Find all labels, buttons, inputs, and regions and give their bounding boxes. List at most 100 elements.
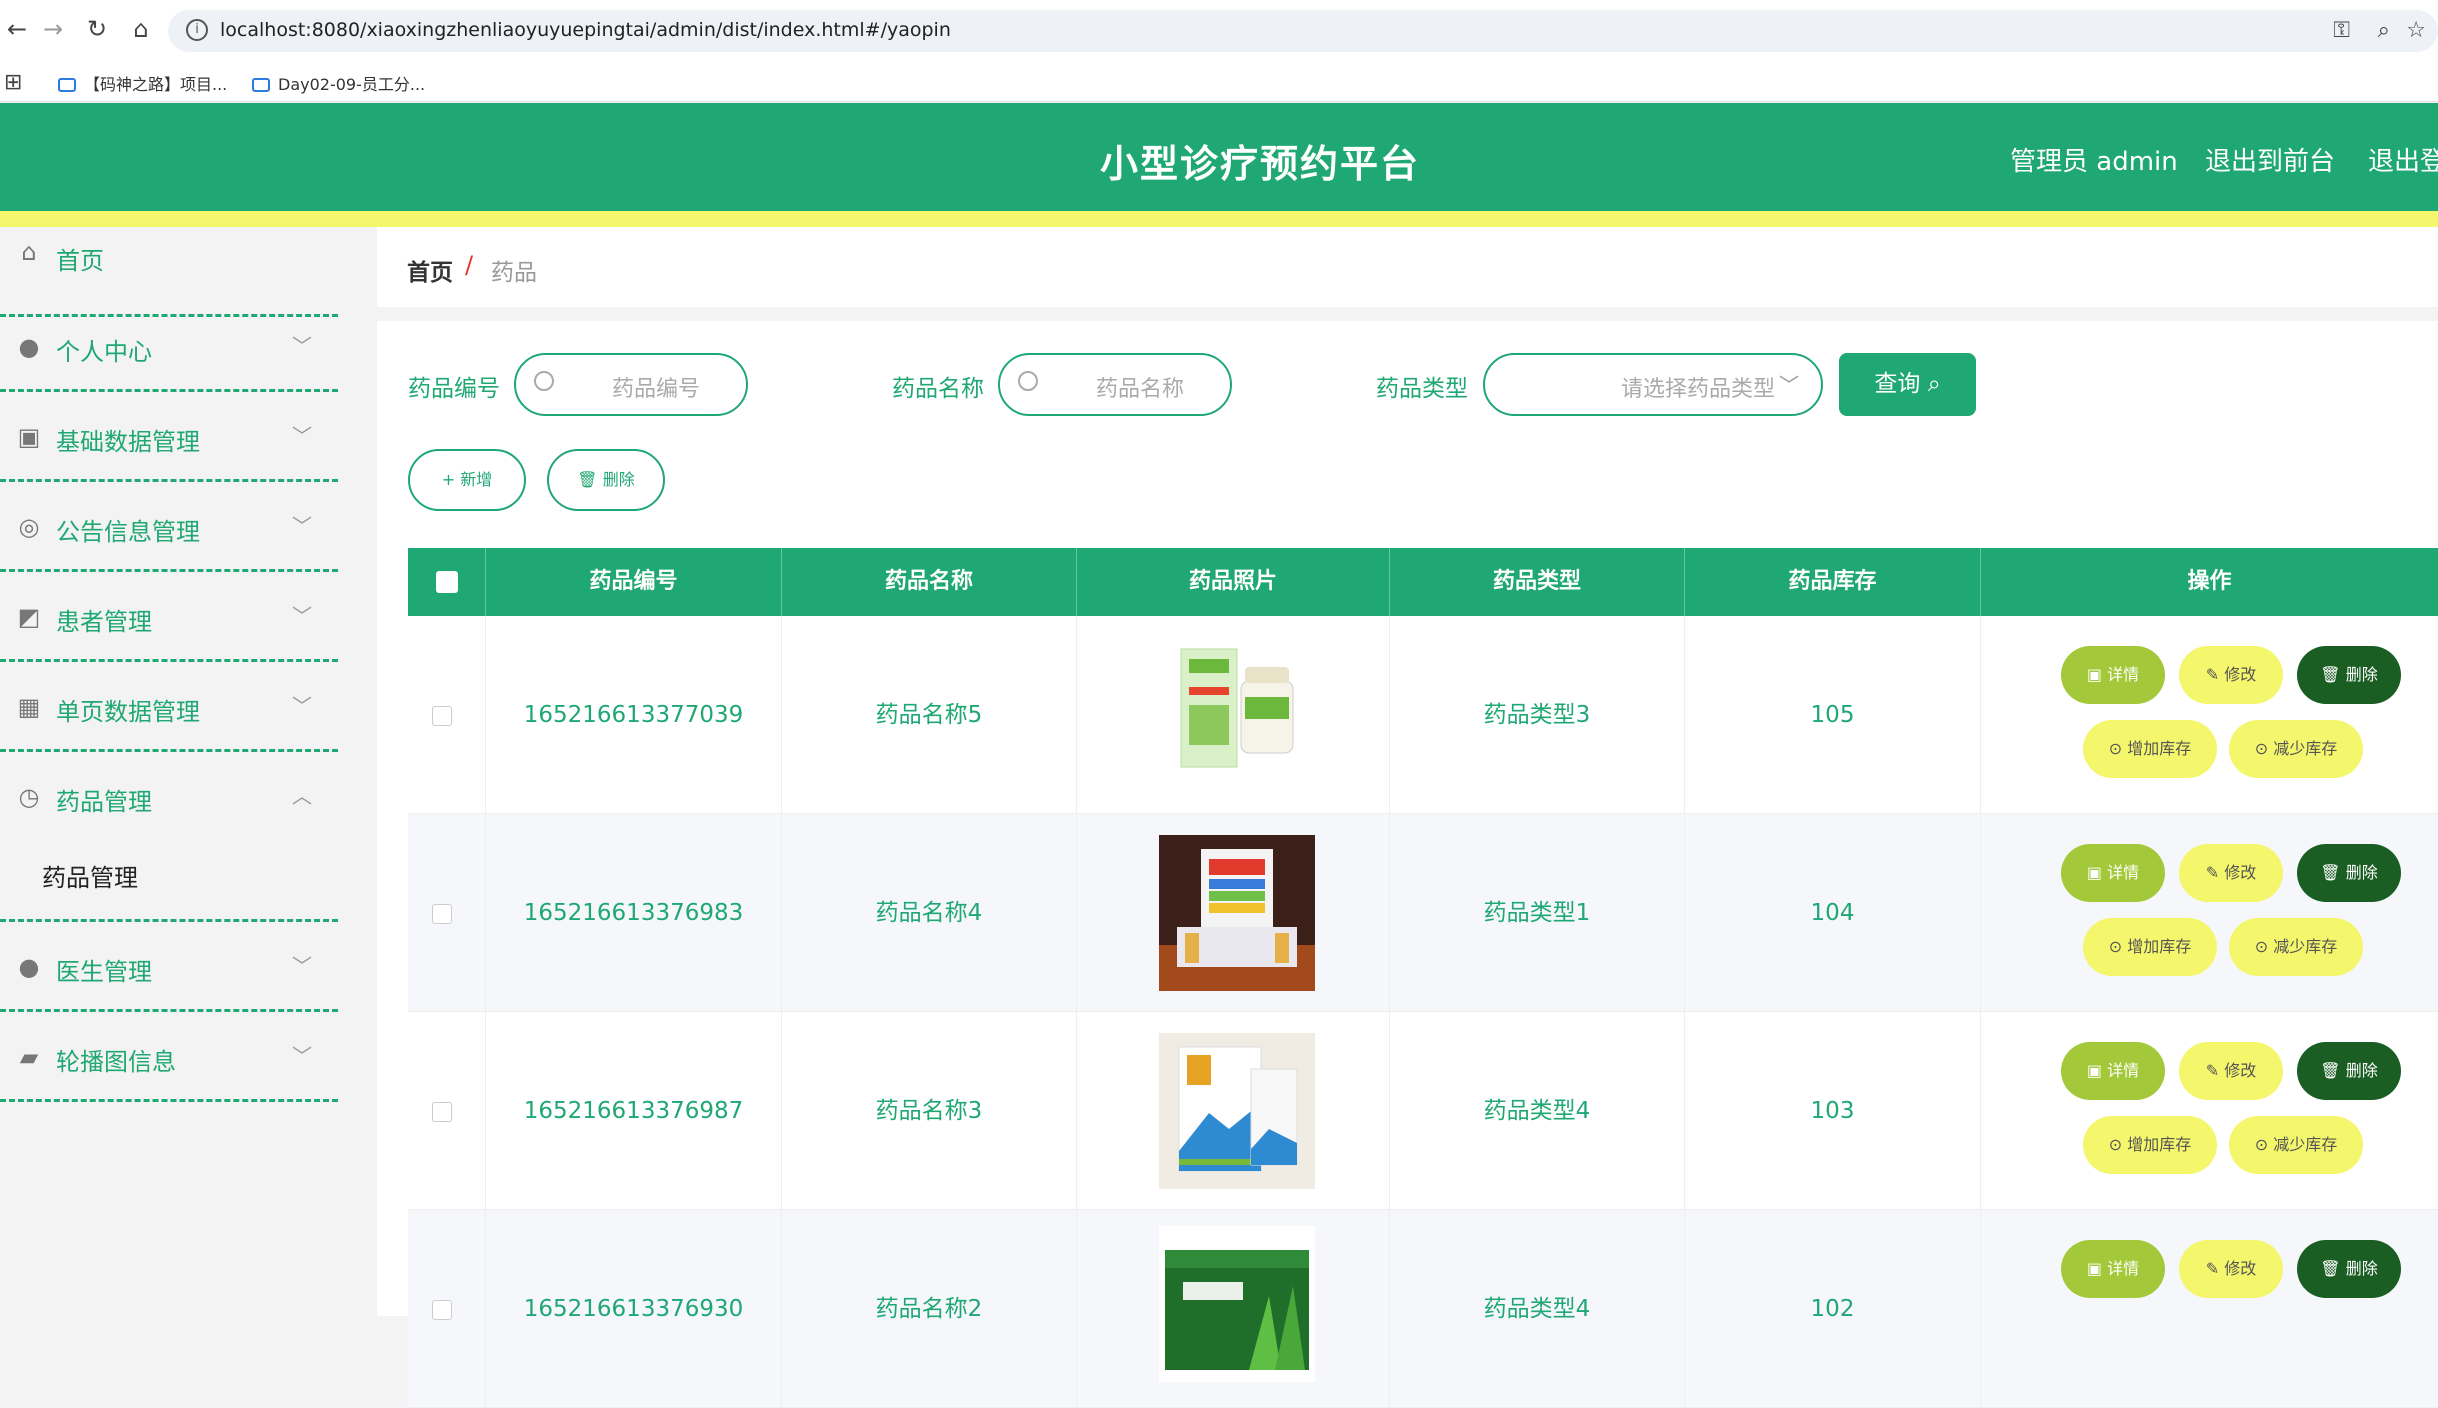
search-icon [1018,371,1038,391]
medicine-photo[interactable] [1159,637,1315,793]
detail-button[interactable]: ▣ 详情 [2061,1042,2165,1100]
bookmark-item[interactable]: Day02-09-员工分... [252,71,425,95]
sidebar-item-doctors[interactable]: ● 医生管理 ﹀ [0,922,338,1012]
increase-stock-button[interactable]: ⊙ 增加库存 [2083,720,2217,778]
name-filter-label: 药品名称 [892,376,984,402]
col-header-type[interactable]: 药品类型 [1390,548,1685,616]
medicine-photo[interactable] [1159,1033,1315,1189]
star-icon[interactable]: ☆ [2406,18,2426,43]
delete-button[interactable]: 🗑 删除 [2297,1240,2401,1298]
delete-button[interactable]: 🗑 删除 [2297,844,2401,902]
cell-name: 药品名称3 [782,1012,1077,1210]
increase-stock-button[interactable]: ⊙ 增加库存 [2083,918,2217,976]
cell-type: 药品类型3 [1390,616,1685,814]
edit-button[interactable]: ✎ 修改 [2179,1240,2283,1298]
sidebar-subitem-medicine[interactable]: 药品管理 [0,822,338,922]
row-select-cell [408,814,486,1012]
decrease-stock-button[interactable]: ⊙ 减少库存 [2229,720,2363,778]
address-bar[interactable]: i localhost:8080/xiaoxingzhenliaoyuyuepi… [168,10,2438,52]
cell-stock: 105 [1685,616,1981,814]
info-icon[interactable]: i [186,19,208,41]
edit-button[interactable]: ✎ 修改 [2179,844,2283,902]
cell-photo [1077,814,1390,1012]
cell-name: 药品名称2 [782,1210,1077,1408]
table-header: 药品编号 药品名称 药品照片 药品类型 药品库存 操作 [408,548,2438,616]
cell-stock: 104 [1685,814,1981,1012]
decrease-stock-button[interactable]: ⊙ 减少库存 [2229,1116,2363,1174]
reload-icon[interactable]: ↻ [82,14,112,44]
cell-photo [1077,1210,1390,1408]
breadcrumb-current: 药品 [491,260,537,286]
apps-grid-icon[interactable]: ⊞ [4,70,22,95]
sidebar-item-patients[interactable]: ◩ 患者管理 ﹀ [0,572,338,662]
user-icon: ● [18,333,40,361]
row-checkbox[interactable] [432,1102,452,1122]
edit-button[interactable]: ✎ 修改 [2179,646,2283,704]
trash-icon: 🗑 [577,470,598,489]
col-header-code[interactable]: 药品编号 [486,548,782,616]
detail-button[interactable]: ▣ 详情 [2061,1240,2165,1298]
sidebar-item-single-page[interactable]: ▦ 单页数据管理 ﹀ [0,662,338,752]
cell-stock: 102 [1685,1210,1981,1408]
medicine-photo[interactable] [1159,835,1315,991]
chevron-down-icon: ﹀ [292,334,312,358]
increase-stock-button[interactable]: ⊙ 增加库存 [2083,1116,2217,1174]
type-select[interactable]: 请选择药品类型 ﹀ [1483,353,1823,416]
chevron-down-icon: ﹀ [292,514,312,538]
query-button[interactable]: 查询 ⌕ [1839,353,1976,416]
cell-type: 药品类型1 [1390,814,1685,1012]
detail-button[interactable]: ▣ 详情 [2061,844,2165,902]
col-header-stock[interactable]: 药品库存 [1685,548,1981,616]
sidebar-item-announcements[interactable]: ◎ 公告信息管理 ﹀ [0,482,338,572]
code-search-input[interactable]: 药品编号 [514,353,748,416]
select-all-cell [408,548,486,616]
sidebar-item-basic-data[interactable]: ▣ 基础数据管理 ﹀ [0,392,338,482]
cell-actions: ▣ 详情 ✎ 修改 🗑 删除 ⊙ 增加库存 ⊙ 减少库存 [1981,1012,2438,1210]
zoom-icon[interactable]: ⌕ [2378,18,2390,43]
lifebuoy-icon: ◎ [18,513,40,541]
delete-button[interactable]: 🗑 删除 [2297,646,2401,704]
edit-button[interactable]: ✎ 修改 [2179,1042,2283,1100]
cell-actions: ▣ 详情 ✎ 修改 🗑 删除 [1981,1210,2438,1408]
row-checkbox[interactable] [432,706,452,726]
cell-stock: 103 [1685,1012,1981,1210]
chevron-down-icon: ﹀ [292,694,312,718]
cell-name: 药品名称4 [782,814,1077,1012]
admin-user-label[interactable]: 管理员 admin [2010,141,2178,178]
cell-photo [1077,1012,1390,1210]
logout-link[interactable]: 退出登 [2368,141,2438,178]
sidebar-item-carousel[interactable]: ▰ 轮播图信息 ﹀ [0,1012,338,1102]
breadcrumb-home[interactable]: 首页 [407,253,453,287]
cell-type: 药品类型4 [1390,1012,1685,1210]
chevron-down-icon: ﹀ [292,424,312,448]
main-panel: 药品编号 药品编号 药品名称 药品名称 药品类型 请选择药品类型 ﹀ 查询 ⌕ … [377,321,2438,1408]
col-header-name[interactable]: 药品名称 [782,548,1077,616]
add-button[interactable]: + 新增 [408,449,526,511]
sidebar-item-personal-center[interactable]: ● 个人中心 ﹀ [0,302,338,392]
detail-button[interactable]: ▣ 详情 [2061,646,2165,704]
decrease-stock-button[interactable]: ⊙ 减少库存 [2229,918,2363,976]
table-row: 165216613376987 药品名称3 药品类型4 103 ▣ 详情 ✎ 修… [408,1012,2438,1210]
table-row: 165216613377039 药品名称5 药品类型3 105 ▣ 详情 ✎ 修… [408,616,2438,814]
bookmark-item[interactable]: 【码神之路】项目... [58,71,227,95]
cell-code: 165216613376983 [486,814,782,1012]
select-all-checkbox[interactable] [436,571,458,593]
batch-delete-button[interactable]: 🗑 删除 [547,449,665,511]
exit-to-front-link[interactable]: 退出到前台 [2205,141,2335,178]
url-text[interactable]: localhost:8080/xiaoxingzhenliaoyuyueping… [220,19,951,41]
bookmark-icon [58,78,76,92]
chevron-down-icon: ﹀ [292,604,312,628]
medicine-photo[interactable] [1159,1226,1315,1382]
delete-button[interactable]: 🗑 删除 [2297,1042,2401,1100]
header-accent-band [0,211,2438,227]
home-browser-icon[interactable]: ⌂ [126,14,156,44]
clipboard-icon: ▣ [17,423,41,451]
row-checkbox[interactable] [432,904,452,924]
row-checkbox[interactable] [432,1300,452,1320]
clock-icon: ◷ [18,783,40,811]
forward-arrow-icon[interactable]: → [38,14,68,44]
back-arrow-icon[interactable]: ← [2,14,32,44]
name-search-input[interactable]: 药品名称 [998,353,1232,416]
user-icon: ● [18,953,40,981]
key-icon[interactable]: ⚿ [2333,18,2350,43]
